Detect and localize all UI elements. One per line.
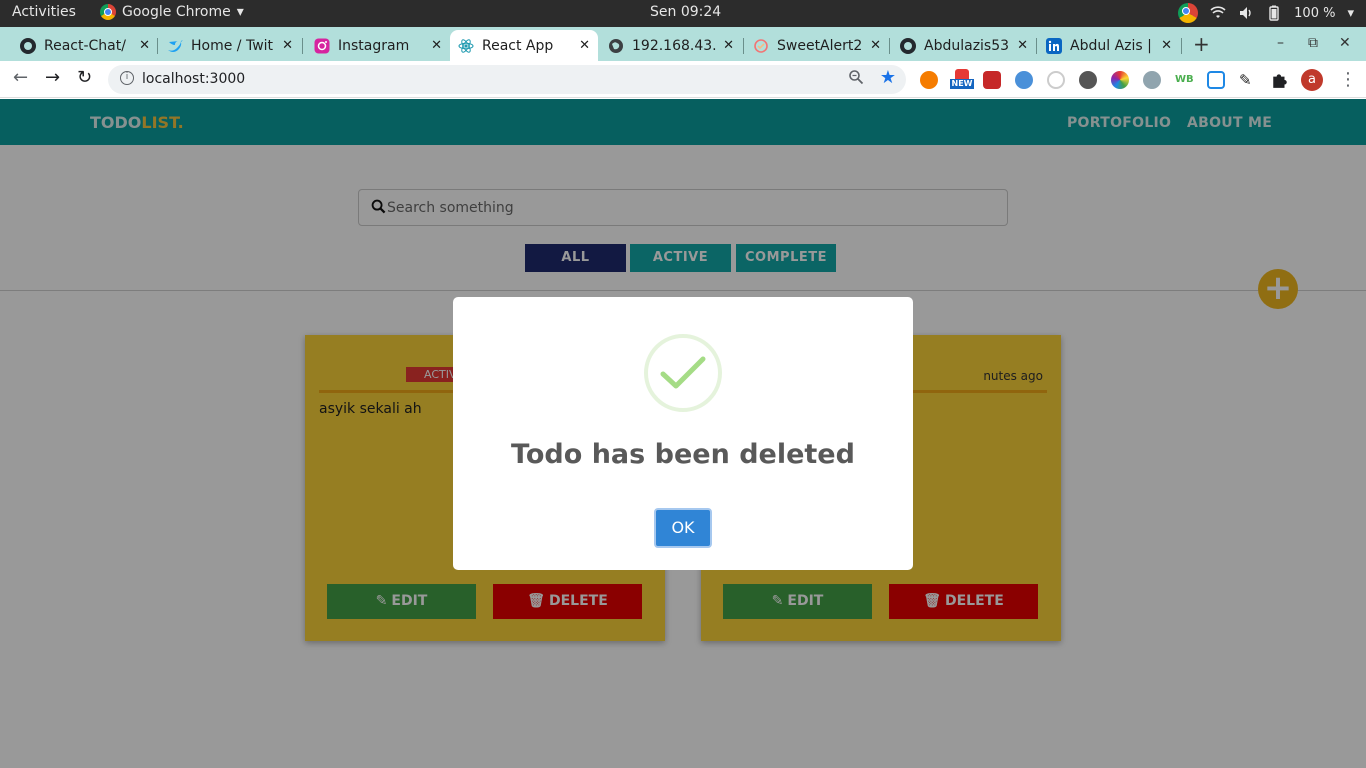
extension-moon-icon[interactable]: [1143, 71, 1161, 89]
extension-bug-icon[interactable]: [1079, 71, 1097, 89]
extension-eyedropper-icon[interactable]: ✎: [1239, 71, 1257, 89]
activities-button[interactable]: Activities: [12, 4, 76, 20]
tab-divider: [157, 38, 158, 54]
tab-title: Home / Twit: [191, 37, 274, 54]
close-icon[interactable]: ✕: [1017, 38, 1028, 53]
globe-icon: [609, 38, 623, 53]
extension-grid-icon[interactable]: [983, 71, 1001, 89]
back-arrow-icon[interactable]: ←: [13, 67, 28, 88]
tab-title: React App: [482, 37, 554, 54]
extension-wb-icon[interactable]: WB: [1175, 71, 1194, 89]
tab-twitter[interactable]: Home / Twit ✕: [159, 30, 301, 61]
tab-divider: [1036, 38, 1037, 54]
tab-title: SweetAlert2: [777, 37, 863, 54]
tab-strip: React-Chat/ ✕ Home / Twit ✕ Instagram ✕ …: [0, 27, 1366, 61]
profile-avatar[interactable]: a: [1301, 69, 1323, 91]
extension-new-icon[interactable]: NEW: [950, 69, 974, 89]
new-badge: NEW: [950, 79, 974, 89]
site-info-icon[interactable]: i: [120, 71, 134, 85]
dialog-title: Todo has been deleted: [511, 439, 855, 470]
battery-percent: 100 %: [1294, 5, 1336, 21]
github-icon: [900, 37, 916, 54]
os-top-bar: Activities Google Chrome ▾ Sen 09:24 100…: [0, 0, 1366, 27]
system-tray[interactable]: 100 % ▾: [1178, 3, 1354, 23]
minimize-button[interactable]: –: [1277, 35, 1284, 51]
chevron-down-icon: ▾: [1347, 5, 1354, 21]
extension-squirrel-icon[interactable]: [920, 71, 938, 89]
react-icon: [458, 38, 474, 53]
linkedin-icon: [1046, 37, 1062, 54]
browser-toolbar: ← → ↻ i localhost:3000 ★ NEW WB ✎ a ⋮: [0, 61, 1366, 98]
tab-title: Abdul Azis |: [1070, 37, 1152, 54]
tab-divider: [1181, 38, 1182, 54]
success-check-icon: [644, 334, 722, 412]
tab-linkedin[interactable]: Abdul Azis | ✕: [1038, 30, 1180, 61]
extensions-puzzle-icon[interactable]: [1271, 71, 1289, 89]
tab-title: React-Chat/: [44, 37, 126, 54]
github-icon: [20, 37, 36, 54]
tab-abdulazis-github[interactable]: Abdulazis53 ✕: [892, 30, 1036, 61]
ok-button[interactable]: OK: [654, 508, 712, 548]
tab-local-ip[interactable]: 192.168.43.9 ✕: [600, 30, 742, 61]
tab-instagram[interactable]: Instagram ✕: [306, 30, 450, 61]
chevron-down-icon: ▾: [236, 4, 244, 20]
address-bar[interactable]: i localhost:3000 ★: [108, 65, 906, 94]
tab-title: Instagram: [338, 37, 410, 54]
close-icon[interactable]: ✕: [870, 38, 881, 53]
twitter-icon: [168, 39, 183, 52]
app-menu[interactable]: Google Chrome ▾: [100, 4, 244, 20]
new-tab-button[interactable]: +: [1193, 32, 1210, 56]
close-icon[interactable]: ✕: [431, 38, 442, 53]
forward-arrow-icon[interactable]: →: [45, 67, 60, 88]
chrome-icon: [100, 4, 116, 20]
wifi-icon: [1210, 6, 1226, 18]
app-menu-label: Google Chrome: [122, 4, 231, 20]
close-icon[interactable]: ✕: [139, 38, 150, 53]
tab-divider: [743, 38, 744, 54]
tab-sweetalert[interactable]: SweetAlert2 ✕: [745, 30, 889, 61]
clock[interactable]: Sen 09:24: [650, 4, 721, 20]
close-icon[interactable]: ✕: [1161, 38, 1172, 53]
extension-timer-icon[interactable]: [1047, 71, 1065, 89]
sweetalert-icon: [754, 38, 768, 53]
close-icon[interactable]: ✕: [579, 38, 590, 53]
chrome-tray-icon[interactable]: [1178, 3, 1199, 23]
tab-react-app[interactable]: React App ✕: [450, 30, 598, 61]
more-menu-icon[interactable]: ⋮: [1339, 69, 1357, 90]
reload-icon[interactable]: ↻: [77, 67, 92, 88]
close-window-button[interactable]: ✕: [1339, 35, 1351, 51]
close-icon[interactable]: ✕: [282, 38, 293, 53]
battery-icon: [1269, 5, 1279, 21]
bookmark-star-icon[interactable]: ★: [880, 67, 896, 88]
extension-color-picker-icon[interactable]: [1111, 71, 1129, 89]
restore-button[interactable]: ⧉: [1308, 35, 1318, 51]
tab-title: Abdulazis53: [924, 37, 1010, 54]
extension-search-icon[interactable]: [1015, 71, 1033, 89]
success-dialog: Todo has been deleted OK: [453, 297, 913, 570]
extension-frame-icon[interactable]: [1207, 71, 1225, 89]
close-icon[interactable]: ✕: [723, 38, 734, 53]
tab-title: 192.168.43.9: [632, 37, 718, 54]
volume-icon: [1240, 7, 1251, 19]
tab-divider: [302, 38, 303, 54]
instagram-icon: [314, 38, 330, 53]
url-text[interactable]: localhost:3000: [142, 71, 245, 87]
zoom-icon[interactable]: [848, 69, 864, 85]
tab-react-chat[interactable]: React-Chat/ ✕: [12, 30, 158, 61]
tab-divider: [889, 38, 890, 54]
